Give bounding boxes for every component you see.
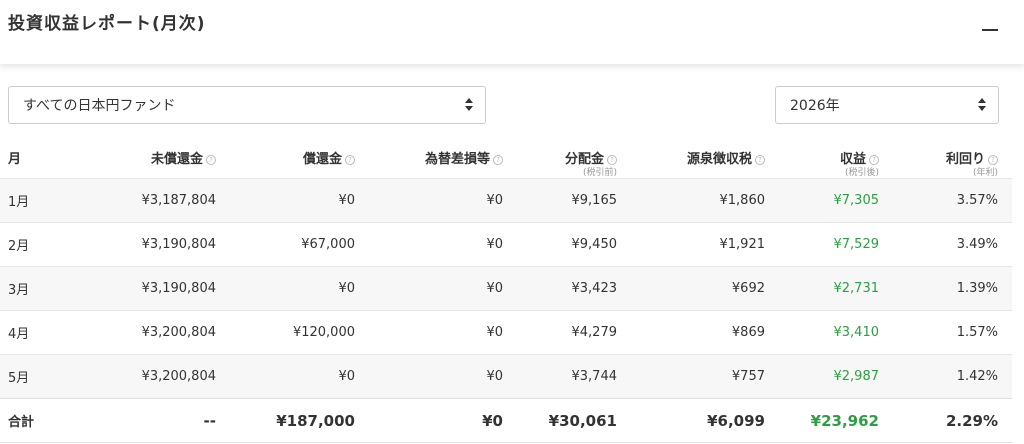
cell-fx: ¥0 (365, 310, 513, 355)
collapse-button[interactable] (980, 20, 1000, 40)
cell-month: 3月 (0, 266, 75, 311)
fund-select-value: すべての日本円ファンド (23, 98, 176, 114)
cell-income: ¥3,410 (775, 310, 889, 355)
cell-month: 2月 (0, 222, 75, 267)
cell-fx: ¥0 (365, 222, 513, 267)
fund-select[interactable]: すべての日本円ファンド (8, 86, 486, 124)
cell-tax: ¥1,921 (627, 222, 775, 267)
cell-redemption: ¥0 (226, 266, 365, 311)
cell-tax: ¥1,860 (627, 178, 775, 223)
total-tax: ¥6,099 (627, 398, 775, 443)
total-redemption: ¥187,000 (226, 398, 365, 443)
cell-yield: 1.39% (889, 266, 1012, 311)
report-header: 投資収益レポート(月次) (0, 0, 1024, 64)
cell-redemption: ¥67,000 (226, 222, 365, 267)
cell-yield: 3.57% (889, 178, 1012, 223)
info-icon[interactable]: ? (869, 155, 879, 165)
cell-unredeemed: ¥3,200,804 (75, 310, 226, 355)
table-row: 1月 ¥3,187,804 ¥0 ¥0 ¥9,165 ¥1,860 ¥7,305… (0, 178, 1012, 223)
table-row: 2月 ¥3,190,804 ¥67,000 ¥0 ¥9,450 ¥1,921 ¥… (0, 222, 1012, 267)
table-row: 4月 ¥3,200,804 ¥120,000 ¥0 ¥4,279 ¥869 ¥3… (0, 310, 1012, 355)
cell-unredeemed: ¥3,200,804 (75, 354, 226, 399)
cell-distribution: ¥3,744 (513, 354, 627, 399)
info-icon[interactable]: ? (206, 155, 216, 165)
cell-tax: ¥757 (627, 354, 775, 399)
col-yield: 利回り? (年利) (945, 152, 998, 178)
cell-fx: ¥0 (365, 178, 513, 223)
cell-yield: 3.49% (889, 222, 1012, 267)
info-icon[interactable]: ? (345, 155, 355, 165)
cell-distribution: ¥9,450 (513, 222, 627, 267)
col-income: 収益? (税引後) (839, 152, 879, 178)
info-icon[interactable]: ? (493, 155, 503, 165)
table-header-row: 月 未償還金? 償還金? 為替差損等? 分配金? (税引前) 源泉徴収税? 収益?… (0, 136, 1012, 179)
cell-redemption: ¥0 (226, 354, 365, 399)
col-month: 月 (8, 152, 22, 167)
cell-fx: ¥0 (365, 266, 513, 311)
col-redemption: 償還金? (226, 136, 365, 179)
cell-tax: ¥692 (627, 266, 775, 311)
cell-redemption: ¥0 (226, 178, 365, 223)
cell-income: ¥7,305 (775, 178, 889, 223)
total-yield: 2.29% (889, 398, 1012, 443)
total-row: 合計 -- ¥187,000 ¥0 ¥30,061 ¥6,099 ¥23,962… (0, 398, 1012, 443)
cell-distribution: ¥4,279 (513, 310, 627, 355)
income-table: 月 未償還金? 償還金? 為替差損等? 分配金? (税引前) 源泉徴収税? 収益?… (0, 136, 1012, 443)
minus-icon (982, 29, 998, 31)
select-arrows-icon (465, 98, 473, 112)
select-arrows-icon (978, 98, 986, 112)
cell-distribution: ¥9,165 (513, 178, 627, 223)
page-title: 投資収益レポート(月次) (8, 14, 206, 34)
table-row: 5月 ¥3,200,804 ¥0 ¥0 ¥3,744 ¥757 ¥2,987 1… (0, 354, 1012, 399)
info-icon[interactable]: ? (755, 155, 765, 165)
cell-income: ¥2,731 (775, 266, 889, 311)
cell-unredeemed: ¥3,190,804 (75, 222, 226, 267)
cell-unredeemed: ¥3,190,804 (75, 266, 226, 311)
year-select[interactable]: 2026年 (775, 86, 999, 124)
col-fx: 為替差損等? (365, 136, 513, 179)
col-unredeemed: 未償還金? (75, 136, 226, 179)
cell-yield: 1.42% (889, 354, 1012, 399)
table-row: 3月 ¥3,190,804 ¥0 ¥0 ¥3,423 ¥692 ¥2,731 1… (0, 266, 1012, 311)
year-select-value: 2026年 (790, 98, 840, 114)
cell-redemption: ¥120,000 (226, 310, 365, 355)
total-label: 合計 (0, 398, 75, 443)
col-tax: 源泉徴収税? (627, 136, 775, 179)
info-icon[interactable]: ? (988, 155, 998, 165)
total-distribution: ¥30,061 (513, 398, 627, 443)
cell-month: 4月 (0, 310, 75, 355)
cell-unredeemed: ¥3,187,804 (75, 178, 226, 223)
cell-distribution: ¥3,423 (513, 266, 627, 311)
cell-yield: 1.57% (889, 310, 1012, 355)
col-distribution: 分配金? (税引前) (564, 152, 617, 178)
cell-month: 1月 (0, 178, 75, 223)
cell-income: ¥2,987 (775, 354, 889, 399)
total-unredeemed: -- (75, 398, 226, 443)
total-income: ¥23,962 (775, 398, 889, 443)
info-icon[interactable]: ? (607, 155, 617, 165)
cell-income: ¥7,529 (775, 222, 889, 267)
cell-tax: ¥869 (627, 310, 775, 355)
total-fx: ¥0 (365, 398, 513, 443)
cell-fx: ¥0 (365, 354, 513, 399)
cell-month: 5月 (0, 354, 75, 399)
